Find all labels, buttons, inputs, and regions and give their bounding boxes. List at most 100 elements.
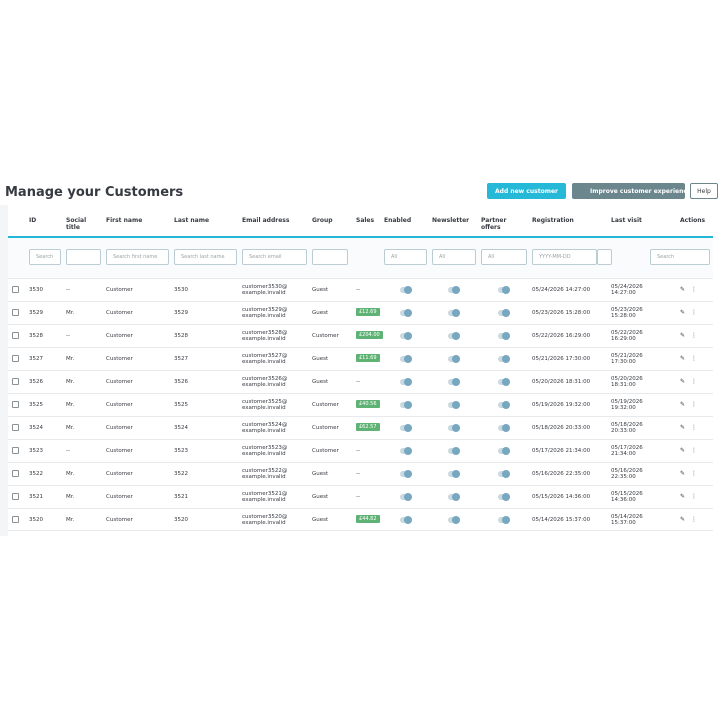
newsletter-toggle[interactable] xyxy=(448,493,460,501)
row-checkbox[interactable] xyxy=(12,516,19,523)
enabled-toggle[interactable] xyxy=(400,378,412,386)
kebab-icon[interactable]: ⋮ xyxy=(691,332,697,339)
pencil-icon[interactable]: ✎ xyxy=(680,355,685,362)
kebab-icon[interactable]: ⋮ xyxy=(691,378,697,385)
partner-offers-toggle[interactable] xyxy=(498,378,510,386)
partner-offers-toggle[interactable] xyxy=(498,424,510,432)
enabled-toggle[interactable] xyxy=(400,332,412,340)
filter-social-title-select[interactable] xyxy=(66,249,101,265)
partner-offers-toggle[interactable] xyxy=(498,309,510,317)
table-row[interactable]: 3522 Mr. Customer 3522 customer3522@ example.… xyxy=(8,462,713,486)
filter-last-name-input[interactable]: Search last name xyxy=(174,249,237,265)
filter-email-input[interactable]: Search email xyxy=(242,249,307,265)
filter-group-select[interactable] xyxy=(312,249,348,265)
row-checkbox[interactable] xyxy=(12,286,19,293)
partner-offers-toggle[interactable] xyxy=(498,516,510,524)
filter-last-visit-input[interactable]: Search xyxy=(650,249,710,265)
row-checkbox[interactable] xyxy=(12,355,19,362)
kebab-icon[interactable]: ⋮ xyxy=(691,516,697,523)
newsletter-toggle[interactable] xyxy=(448,309,460,317)
filter-id-input[interactable]: Search xyxy=(29,249,61,265)
enabled-toggle[interactable] xyxy=(400,424,412,432)
newsletter-toggle[interactable] xyxy=(448,355,460,363)
column-header-group[interactable]: Group xyxy=(312,217,333,224)
column-header-social-title[interactable]: Social title xyxy=(66,217,96,231)
filter-enabled-select[interactable]: All xyxy=(384,249,427,265)
partner-offers-toggle[interactable] xyxy=(498,355,510,363)
kebab-icon[interactable]: ⋮ xyxy=(691,355,697,362)
table-row[interactable]: 3527 Mr. Customer 3527 customer3527@ example.… xyxy=(8,347,713,371)
filter-first-name-input[interactable]: Search first name xyxy=(106,249,169,265)
table-row[interactable]: 3520 Mr. Customer 3520 customer3520@ example.… xyxy=(8,508,713,532)
partner-offers-toggle[interactable] xyxy=(498,286,510,294)
column-header-id[interactable]: ID xyxy=(29,217,36,224)
pencil-icon[interactable]: ✎ xyxy=(680,332,685,339)
row-checkbox[interactable] xyxy=(12,493,19,500)
filter-registration-date-input[interactable]: YYYY-MM-DD xyxy=(532,249,597,265)
column-header-last-name[interactable]: Last name xyxy=(174,217,209,224)
column-header-newsletter[interactable]: Newsletter xyxy=(432,217,469,224)
column-header-last-visit[interactable]: Last visit xyxy=(611,217,642,224)
newsletter-toggle[interactable] xyxy=(448,378,460,386)
table-row[interactable]: 3528 -- Customer 3528 customer3528@ example.i… xyxy=(8,324,713,348)
row-checkbox[interactable] xyxy=(12,378,19,385)
newsletter-toggle[interactable] xyxy=(448,424,460,432)
newsletter-toggle[interactable] xyxy=(448,332,460,340)
kebab-icon[interactable]: ⋮ xyxy=(691,493,697,500)
table-row[interactable]: 3529 Mr. Customer 3529 customer3529@ example.… xyxy=(8,301,713,325)
newsletter-toggle[interactable] xyxy=(448,516,460,524)
column-header-first-name[interactable]: First name xyxy=(106,217,142,224)
pencil-icon[interactable]: ✎ xyxy=(680,447,685,454)
table-row[interactable]: 3525 Mr. Customer 3525 customer3525@ example.… xyxy=(8,393,713,417)
pencil-icon[interactable]: ✎ xyxy=(680,286,685,293)
filter-newsletter-select[interactable]: All xyxy=(432,249,476,265)
kebab-icon[interactable]: ⋮ xyxy=(691,401,697,408)
row-checkbox[interactable] xyxy=(12,332,19,339)
row-checkbox[interactable] xyxy=(12,424,19,431)
pencil-icon[interactable]: ✎ xyxy=(680,309,685,316)
partner-offers-toggle[interactable] xyxy=(498,470,510,478)
help-button[interactable]: Help xyxy=(690,183,718,199)
enabled-toggle[interactable] xyxy=(400,309,412,317)
partner-offers-toggle[interactable] xyxy=(498,332,510,340)
newsletter-toggle[interactable] xyxy=(448,470,460,478)
enabled-toggle[interactable] xyxy=(400,401,412,409)
row-checkbox[interactable] xyxy=(12,401,19,408)
enabled-toggle[interactable] xyxy=(400,516,412,524)
pencil-icon[interactable]: ✎ xyxy=(680,470,685,477)
pencil-icon[interactable]: ✎ xyxy=(680,378,685,385)
enabled-toggle[interactable] xyxy=(400,493,412,501)
row-checkbox[interactable] xyxy=(12,470,19,477)
filter-registration-date-to-input[interactable] xyxy=(597,249,612,265)
partner-offers-toggle[interactable] xyxy=(498,493,510,501)
column-header-sales[interactable]: Sales xyxy=(356,217,374,224)
newsletter-toggle[interactable] xyxy=(448,447,460,455)
pencil-icon[interactable]: ✎ xyxy=(680,401,685,408)
enabled-toggle[interactable] xyxy=(400,355,412,363)
table-row[interactable]: 3523 -- Customer 3523 customer3523@ example.i… xyxy=(8,439,713,463)
kebab-icon[interactable]: ⋮ xyxy=(691,447,697,454)
enabled-toggle[interactable] xyxy=(400,470,412,478)
column-header-enabled[interactable]: Enabled xyxy=(384,217,411,224)
pencil-icon[interactable]: ✎ xyxy=(680,424,685,431)
row-checkbox[interactable] xyxy=(12,309,19,316)
column-header-registration[interactable]: Registration xyxy=(532,217,574,224)
add-new-customer-button[interactable]: Add new customer xyxy=(487,183,566,199)
table-row[interactable]: 3521 Mr. Customer 3521 customer3521@ example.… xyxy=(8,485,713,509)
table-row[interactable]: 3526 Mr. Customer 3526 customer3526@ example.… xyxy=(8,370,713,394)
table-row[interactable]: 3524 Mr. Customer 3524 customer3524@ example.… xyxy=(8,416,713,440)
column-header-partner-offers[interactable]: Partner offers xyxy=(481,217,517,231)
kebab-icon[interactable]: ⋮ xyxy=(691,286,697,293)
column-header-email[interactable]: Email address xyxy=(242,217,289,224)
row-checkbox[interactable] xyxy=(12,447,19,454)
pencil-icon[interactable]: ✎ xyxy=(680,493,685,500)
pencil-icon[interactable]: ✎ xyxy=(680,516,685,523)
table-row[interactable]: 3530 -- Customer 3530 customer3530@ example.i… xyxy=(8,278,713,302)
filter-partner-offers-select[interactable]: All xyxy=(481,249,527,265)
partner-offers-toggle[interactable] xyxy=(498,447,510,455)
kebab-icon[interactable]: ⋮ xyxy=(691,470,697,477)
newsletter-toggle[interactable] xyxy=(448,286,460,294)
newsletter-toggle[interactable] xyxy=(448,401,460,409)
enabled-toggle[interactable] xyxy=(400,447,412,455)
kebab-icon[interactable]: ⋮ xyxy=(691,309,697,316)
